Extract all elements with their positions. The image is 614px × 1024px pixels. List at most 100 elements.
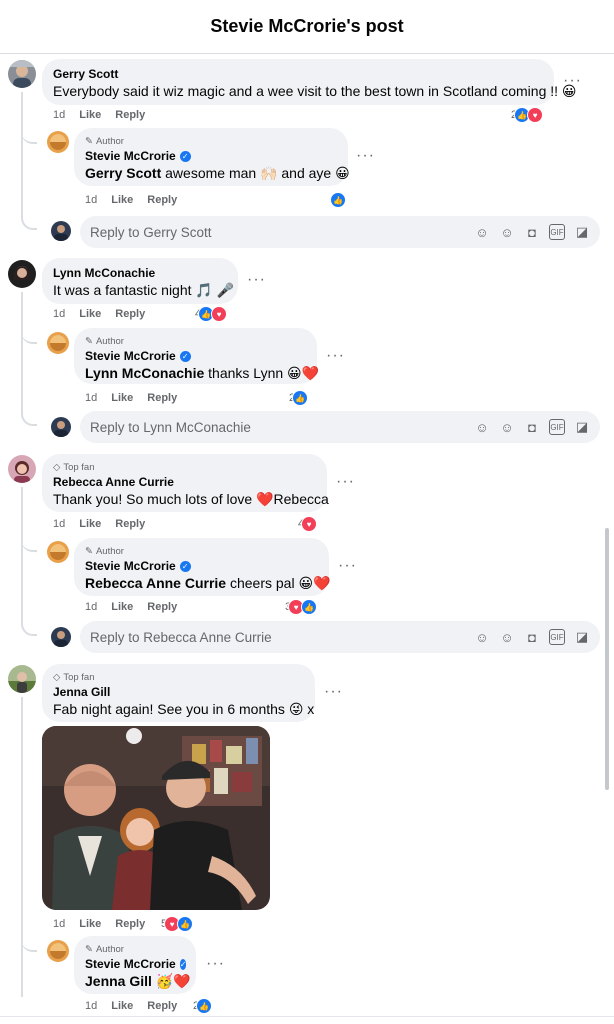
reaction-summary[interactable]: 👍 [328, 192, 346, 208]
reply-input[interactable]: Reply to Gerry Scott ☺ ☺ ◘ GIF ◪ [80, 216, 600, 248]
reply-bubble: ✎ Author Stevie McCrorie ✓ Gerry Scott awe… [74, 128, 350, 186]
reaction-summary[interactable]: 5 ♥ 👍 [161, 916, 194, 932]
timestamp[interactable]: 1d [53, 517, 65, 531]
avatar[interactable] [47, 541, 69, 563]
reply-button[interactable]: Reply [147, 600, 177, 614]
verified-icon: ✓ [179, 350, 191, 362]
scrollbar[interactable] [605, 528, 609, 790]
like-button[interactable]: Like [79, 917, 101, 931]
emoji-icon[interactable]: ☺ [499, 419, 515, 435]
camera-icon[interactable]: ◘ [524, 419, 540, 435]
avatar[interactable] [8, 665, 36, 693]
reply-actions: 1d Like Reply [85, 391, 177, 405]
comment-bubble: Lynn McConachie It was a fantastic night… [42, 258, 238, 304]
reply-author[interactable]: Stevie McCrorie [85, 558, 176, 574]
divider [0, 1016, 614, 1017]
like-button[interactable]: Like [79, 517, 101, 531]
gif-icon[interactable]: GIF [549, 419, 565, 435]
reaction-summary[interactable]: 2 👍 [289, 390, 309, 406]
like-button[interactable]: Like [79, 108, 101, 122]
avatar[interactable] [8, 455, 36, 483]
mention[interactable]: Rebecca Anne Currie [85, 575, 226, 591]
page-title: Stevie McCrorie's post [210, 16, 404, 36]
emoji-icon[interactable]: ☺ [499, 629, 515, 645]
comment-author[interactable]: Lynn McConachie [53, 265, 227, 281]
reply-author[interactable]: Stevie McCrorie [85, 348, 176, 364]
love-icon: ♥ [527, 107, 544, 123]
mention[interactable]: Lynn McConachie [85, 365, 204, 381]
avatar-sticker-icon[interactable]: ☺ [474, 419, 490, 435]
reaction-summary[interactable]: 3 ♥ 👍 [285, 599, 318, 615]
reaction-summary[interactable]: 4 👍 ♥ [195, 306, 228, 322]
more-options-icon[interactable]: ··· [356, 148, 375, 164]
like-button[interactable]: Like [111, 391, 133, 405]
timestamp[interactable]: 1d [85, 600, 97, 614]
timestamp[interactable]: 1d [53, 108, 65, 122]
post-header: Stevie McCrorie's post [0, 0, 614, 54]
reply-author[interactable]: Stevie McCrorie [85, 148, 176, 164]
like-button[interactable]: Like [111, 193, 133, 207]
reply-button[interactable]: Reply [115, 108, 145, 122]
reply-button[interactable]: Reply [147, 999, 177, 1013]
reply-placeholder: Reply to Rebecca Anne Currie [90, 629, 272, 645]
camera-icon[interactable]: ◘ [524, 224, 540, 240]
comment-text: It was a fantastic night 🎵 🎤 [53, 282, 235, 298]
avatar[interactable] [8, 60, 36, 88]
comment-author[interactable]: Jenna Gill [53, 684, 304, 700]
timestamp[interactable]: 1d [53, 307, 65, 321]
reaction-summary[interactable]: 2 👍 ♥ [511, 107, 544, 123]
pencil-icon: ✎ [85, 546, 93, 557]
more-options-icon[interactable]: ··· [206, 956, 225, 972]
timestamp[interactable]: 1d [85, 193, 97, 207]
avatar-sticker-icon[interactable]: ☺ [474, 629, 490, 645]
love-icon: ♥ [301, 516, 318, 532]
comment-author[interactable]: Gerry Scott [53, 66, 543, 82]
more-options-icon[interactable]: ··· [324, 684, 343, 700]
reply-author[interactable]: Stevie McCrorie [85, 956, 176, 972]
reply-actions: 1d Like Reply [85, 999, 177, 1013]
author-badge: Author [95, 546, 124, 557]
like-button[interactable]: Like [111, 600, 133, 614]
like-button[interactable]: Like [79, 307, 101, 321]
reply-input[interactable]: Reply to Lynn McConachie ☺ ☺ ◘ GIF ◪ [80, 411, 600, 443]
reply-button[interactable]: Reply [147, 193, 177, 207]
timestamp[interactable]: 1d [85, 999, 97, 1013]
more-options-icon[interactable]: ··· [338, 558, 357, 574]
reply-button[interactable]: Reply [115, 917, 145, 931]
sticker-icon[interactable]: ◪ [574, 224, 590, 240]
camera-icon[interactable]: ◘ [524, 629, 540, 645]
reply-button[interactable]: Reply [147, 391, 177, 405]
more-options-icon[interactable]: ··· [326, 348, 345, 364]
gif-icon[interactable]: GIF [549, 629, 565, 645]
avatar[interactable] [47, 131, 69, 153]
avatar-sticker-icon[interactable]: ☺ [474, 224, 490, 240]
sticker-icon[interactable]: ◪ [574, 419, 590, 435]
reply-button[interactable]: Reply [115, 307, 145, 321]
reply-input[interactable]: Reply to Rebecca Anne Currie ☺ ☺ ◘ GIF ◪ [80, 621, 600, 653]
reply-actions: 1d Like Reply [85, 193, 177, 207]
avatar[interactable] [47, 332, 69, 354]
comment-photo[interactable] [42, 726, 270, 910]
reaction-summary[interactable]: 2 👍 [193, 998, 213, 1014]
avatar[interactable] [47, 940, 69, 962]
sticker-icon[interactable]: ◪ [574, 629, 590, 645]
more-options-icon[interactable]: ··· [563, 73, 582, 89]
like-icon: 👍 [292, 390, 309, 406]
like-button[interactable]: Like [111, 999, 133, 1013]
mention[interactable]: Jenna Gill [85, 973, 152, 989]
mention[interactable]: Gerry Scott [85, 165, 161, 181]
thread-line [21, 518, 37, 552]
comment-bubble: ◇ Top fan Rebecca Anne Currie Thank you! … [42, 454, 329, 512]
more-options-icon[interactable]: ··· [247, 272, 266, 288]
gif-icon[interactable]: GIF [549, 224, 565, 240]
more-options-icon[interactable]: ··· [336, 474, 355, 490]
reply-button[interactable]: Reply [115, 517, 145, 531]
reaction-summary[interactable]: 4 ♥ [298, 516, 318, 532]
avatar[interactable] [8, 260, 36, 288]
top-fan-badge: Top fan [63, 672, 95, 683]
timestamp[interactable]: 1d [85, 391, 97, 405]
comment-author[interactable]: Rebecca Anne Currie [53, 474, 316, 490]
timestamp[interactable]: 1d [53, 917, 65, 931]
emoji-icon[interactable]: ☺ [499, 224, 515, 240]
like-icon: 👍 [330, 192, 346, 208]
